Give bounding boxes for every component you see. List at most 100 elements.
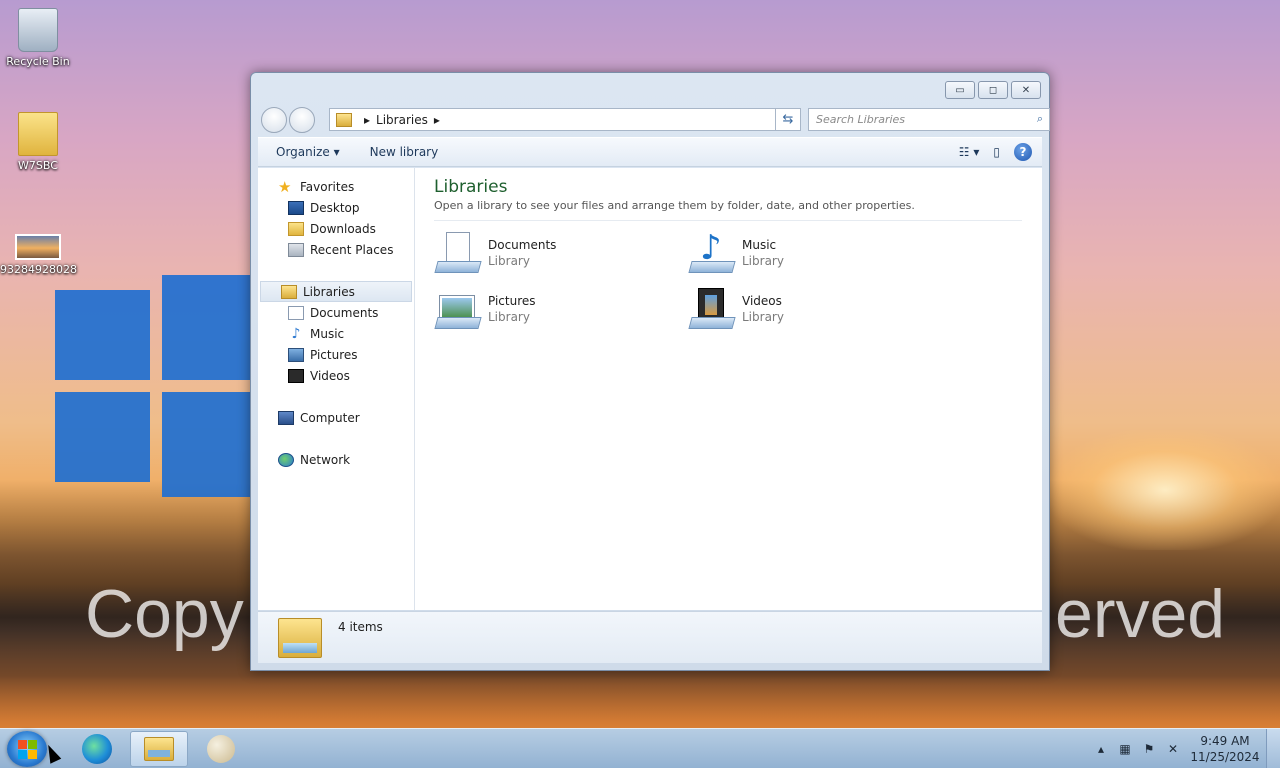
nav-item-desktop[interactable]: Desktop (258, 197, 414, 218)
desktop-icon-w7sbc[interactable]: W7SBC (0, 112, 76, 172)
computer-icon (278, 410, 294, 425)
library-type: Library (742, 254, 784, 268)
nav-item-label: Documents (310, 305, 379, 320)
show-desktop-button[interactable] (1266, 729, 1280, 768)
desktop-icon-label: 93284928028 (0, 263, 77, 276)
nav-item-label: Pictures (310, 347, 358, 362)
library-item-pictures[interactable]: Pictures Library (434, 286, 664, 336)
library-item-videos[interactable]: Videos Library (688, 286, 918, 336)
item-count: 4 items (338, 620, 383, 634)
address-segment-libraries[interactable]: Libraries (376, 113, 428, 127)
music-library-icon: ♪ (688, 230, 736, 276)
network-status-icon[interactable]: ▦ (1118, 742, 1132, 756)
navigation-pane: ★ Favorites Desktop Downloads Recent Pla… (258, 168, 415, 610)
search-icon[interactable]: ⌕ (1037, 112, 1043, 126)
downloads-icon (288, 221, 304, 236)
documents-library-icon (434, 230, 482, 276)
navigation-bar: ▸ Libraries ▸ ▼ ⇆ Search Libraries ⌕ (259, 106, 1050, 133)
refresh-button[interactable]: ⇆ (775, 108, 801, 131)
clock[interactable]: 9:49 AM 11/25/2024 (1190, 733, 1260, 765)
recycle-bin-icon (18, 8, 58, 52)
help-icon[interactable]: ? (1014, 143, 1032, 161)
recent-places-icon (288, 242, 304, 257)
nav-item-documents[interactable]: Documents (258, 302, 414, 323)
library-type: Library (742, 310, 784, 324)
nav-item-favorites[interactable]: ★ Favorites (258, 176, 414, 197)
desktop-icon-recycle-bin[interactable]: Recycle Bin (0, 8, 76, 68)
nav-item-recent-places[interactable]: Recent Places (258, 239, 414, 260)
folder-icon (18, 112, 58, 156)
nav-item-downloads[interactable]: Downloads (258, 218, 414, 239)
back-button[interactable] (261, 107, 287, 133)
chevron-right-icon[interactable]: ▸ (434, 113, 440, 127)
desktop-icon (288, 200, 304, 215)
nav-item-label: Libraries (303, 284, 355, 299)
new-library-button[interactable]: New library (370, 145, 439, 159)
taskbar-explorer[interactable] (130, 731, 188, 767)
star-icon: ★ (278, 177, 292, 196)
page-subtitle: Open a library to see your files and arr… (434, 199, 1022, 221)
libraries-folder-icon (278, 618, 322, 658)
action-center-flag-icon[interactable]: ⚑ (1142, 742, 1156, 756)
nav-item-label: Videos (310, 368, 350, 383)
forward-button[interactable] (289, 107, 315, 133)
nav-item-computer[interactable]: Computer (258, 407, 414, 428)
change-view-icon[interactable]: ☷ ▾ (959, 145, 980, 159)
wallpaper-watermark-right: erved (1055, 576, 1226, 652)
nav-item-label: Desktop (310, 200, 360, 215)
chevron-right-icon: ▸ (364, 112, 371, 127)
nav-item-network[interactable]: Network (258, 449, 414, 470)
nav-item-label: Favorites (300, 179, 355, 194)
libraries-icon (336, 112, 352, 127)
explorer-body: ★ Favorites Desktop Downloads Recent Pla… (258, 168, 1042, 610)
nav-item-pictures[interactable]: Pictures (258, 344, 414, 365)
desktop-icon-label: Recycle Bin (6, 55, 70, 68)
nav-item-libraries[interactable]: Libraries (260, 281, 412, 302)
videos-icon (288, 368, 304, 383)
details-pane: 4 items (258, 611, 1042, 663)
videos-library-icon (688, 286, 736, 332)
libraries-icon (281, 284, 297, 299)
library-name: Videos (742, 294, 782, 308)
organize-button[interactable]: Organize ▾ (276, 145, 340, 159)
library-item-music[interactable]: ♪ Music Library (688, 230, 918, 280)
command-bar-right: ☷ ▾ ▯ ? (959, 143, 1032, 161)
clock-time: 9:49 AM (1200, 734, 1250, 748)
content-pane: Libraries Open a library to see your fil… (415, 168, 1042, 610)
library-type: Library (488, 254, 530, 268)
refresh-icon: ⇆ (782, 112, 794, 127)
address-bar[interactable]: ▸ Libraries ▸ ▼ (329, 108, 795, 131)
nav-item-label: Recent Places (310, 242, 394, 257)
taskbar: ▴ ▦ ⚑ ✕ 9:49 AM 11/25/2024 (0, 728, 1280, 768)
clock-date: 11/25/2024 (1190, 750, 1260, 764)
pictures-library-icon (434, 286, 482, 332)
minimize-button[interactable]: ▭ (945, 81, 975, 99)
wallpaper-watermark-left: Copy (85, 576, 244, 652)
search-placeholder: Search Libraries (816, 113, 906, 126)
maximize-button[interactable]: ◻ (978, 81, 1008, 99)
volume-muted-icon[interactable]: ✕ (1166, 742, 1180, 756)
nav-item-label: Music (310, 326, 345, 341)
library-name: Pictures (488, 294, 536, 308)
nav-item-music[interactable]: ♪ Music (258, 323, 414, 344)
preview-pane-icon[interactable]: ▯ (993, 145, 1000, 159)
show-hidden-icons-icon[interactable]: ▴ (1094, 742, 1108, 756)
network-icon (278, 452, 294, 467)
start-button[interactable] (7, 731, 47, 767)
nav-item-videos[interactable]: Videos (258, 365, 414, 386)
taskbar-edge[interactable] (68, 731, 126, 767)
page-title: Libraries (434, 177, 508, 197)
file-explorer-icon (144, 737, 174, 761)
desktop-icon-image-file[interactable]: 93284928028 (0, 222, 77, 276)
system-tray: ▴ ▦ ⚑ ✕ 9:49 AM 11/25/2024 (1094, 731, 1260, 767)
windows-logo-icon (18, 740, 27, 749)
documents-icon (288, 305, 304, 320)
search-input[interactable]: Search Libraries ⌕ (808, 108, 1050, 131)
pictures-icon (288, 347, 304, 362)
library-item-documents[interactable]: Documents Library (434, 230, 664, 280)
explorer-window: ▭ ◻ ✕ ▸ Libraries ▸ ▼ ⇆ Search Libraries… (250, 72, 1050, 671)
wallpaper-sun (1050, 430, 1280, 550)
taskbar-paint[interactable] (192, 731, 250, 767)
edge-browser-icon (82, 734, 112, 764)
close-button[interactable]: ✕ (1011, 81, 1041, 99)
